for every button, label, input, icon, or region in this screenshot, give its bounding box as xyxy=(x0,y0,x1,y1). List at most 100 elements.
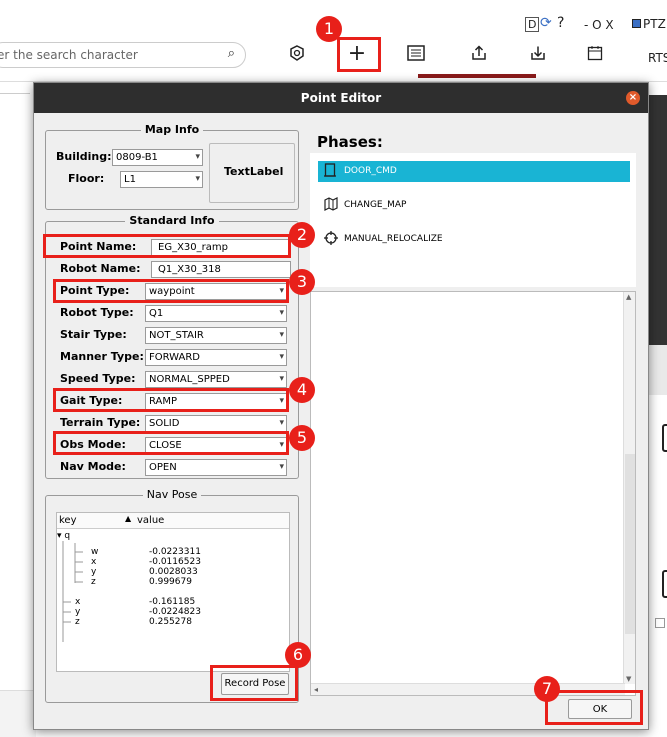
key-column-header[interactable]: key xyxy=(59,515,77,526)
phase-detail-panel[interactable]: ▲ ▼ ◂ xyxy=(310,291,636,696)
search-input[interactable]: er the search character ⌕ xyxy=(0,42,246,68)
window-controls[interactable]: - O X xyxy=(584,18,614,32)
highlight-box xyxy=(53,431,289,455)
highlight-box xyxy=(53,388,289,412)
highlight-box xyxy=(53,279,289,303)
floor-value: L1 xyxy=(124,174,136,185)
vertical-scrollbar[interactable]: ▲ ▼ xyxy=(623,292,635,684)
speed-type-label: Speed Type: xyxy=(60,372,136,385)
tree-row[interactable]: z xyxy=(91,577,96,587)
floor-label: Floor: xyxy=(68,172,105,185)
terrain-type-label: Terrain Type: xyxy=(60,416,141,429)
phase-label: MANUAL_RELOCALIZE xyxy=(344,234,443,244)
list-icon[interactable] xyxy=(401,38,431,68)
robot-type-label: Robot Type: xyxy=(60,306,134,319)
text-label-box: TextLabel xyxy=(209,143,295,203)
tree-value: -0.0224823 xyxy=(149,607,201,617)
standard-info-title: Standard Info xyxy=(46,214,298,227)
nav-pose-title: Nav Pose xyxy=(46,488,298,501)
side-checkbox[interactable] xyxy=(655,618,665,628)
scroll-thumb[interactable] xyxy=(625,454,635,634)
phase-item-door-cmd[interactable]: DOOR_CMD xyxy=(318,161,630,182)
nav-mode-value: OPEN xyxy=(149,462,177,473)
nav-pose-tree[interactable]: key ▲ value ▾ q w -0.0223311 x -0.011652… xyxy=(56,512,290,672)
terrain-type-combo[interactable]: SOLID ▾ xyxy=(145,415,287,432)
map-info-title: Map Info xyxy=(46,123,298,136)
robot-type-value: Q1 xyxy=(149,308,164,319)
tree-key: w xyxy=(91,547,99,557)
calendar-icon[interactable] xyxy=(580,38,610,68)
phase-label: CHANGE_MAP xyxy=(344,200,407,210)
search-placeholder: er the search character xyxy=(0,48,138,62)
ptz-icon[interactable] xyxy=(632,17,641,31)
tree-row[interactable]: z xyxy=(75,617,80,627)
tree-value: -0.0116523 xyxy=(149,557,201,567)
sort-up-icon: ▲ xyxy=(125,514,132,523)
tree-header: key ▲ value xyxy=(57,513,289,529)
phase-label: DOOR_CMD xyxy=(344,166,397,176)
tree-key: z xyxy=(75,617,80,627)
phases-list[interactable]: DOOR_CMD CHANGE_MAP MANUAL_RELOCALIZE xyxy=(310,153,636,287)
phase-item-manual-relocalize[interactable]: MANUAL_RELOCALIZE xyxy=(318,229,630,250)
map-icon xyxy=(324,197,338,216)
annotation-badge: 7 xyxy=(534,676,560,702)
map-info-group: Map Info Building: 0809-B1 ▾ Floor: L1 ▾ T… xyxy=(45,123,299,210)
tree-key: y xyxy=(75,607,81,617)
nav-mode-combo[interactable]: OPEN ▾ xyxy=(145,459,287,476)
chevron-down-icon: ▾ xyxy=(279,462,284,472)
robot-type-combo[interactable]: Q1 ▾ xyxy=(145,305,287,322)
tree-row[interactable]: w xyxy=(91,547,98,557)
chevron-down-icon: ▾ xyxy=(195,152,200,162)
annotation-badge: 2 xyxy=(289,222,315,248)
phase-item-change-map[interactable]: CHANGE_MAP xyxy=(318,195,630,216)
search-icon[interactable]: ⌕ xyxy=(228,46,235,61)
scroll-up-icon[interactable]: ▲ xyxy=(626,293,631,301)
stair-type-value: NOT_STAIR xyxy=(149,330,204,341)
download-icon[interactable] xyxy=(523,38,553,68)
chevron-down-icon: ▾ xyxy=(279,352,284,362)
window-indicator: D xyxy=(525,17,540,32)
nav-mode-label: Nav Mode: xyxy=(60,460,126,473)
annotation-badge: 3 xyxy=(289,269,315,295)
upload-icon[interactable] xyxy=(464,38,494,68)
tree-lines xyxy=(62,541,83,642)
side-button[interactable] xyxy=(662,424,667,452)
side-button[interactable] xyxy=(662,570,667,598)
speed-type-combo[interactable]: NORMAL_SPPED ▾ xyxy=(145,371,287,388)
side-panel xyxy=(648,345,667,395)
stair-type-combo[interactable]: NOT_STAIR ▾ xyxy=(145,327,287,344)
annotation-badge: 5 xyxy=(289,425,315,451)
tree-value: -0.161185 xyxy=(149,597,196,607)
tree-row[interactable]: x xyxy=(75,597,80,607)
floor-combo[interactable]: L1 ▾ xyxy=(120,171,203,188)
scroll-down-icon[interactable]: ▼ xyxy=(626,675,631,683)
tree-row[interactable]: ▾ q xyxy=(57,531,70,541)
at-icon[interactable] xyxy=(282,38,312,68)
door-icon xyxy=(324,163,336,182)
robot-name-field[interactable]: Q1_X30_318 xyxy=(151,261,291,278)
terrain-type-value: SOLID xyxy=(149,418,180,429)
tree-row[interactable]: y xyxy=(75,607,80,617)
annotation-badge: 4 xyxy=(289,377,315,403)
sync-icon[interactable]: ⟳ xyxy=(540,15,552,31)
tree-key: y xyxy=(91,567,97,577)
annotation-badge: 6 xyxy=(285,642,311,668)
value-column-header[interactable]: value xyxy=(137,515,164,526)
chevron-down-icon: ▾ xyxy=(279,374,284,384)
scroll-left-icon[interactable]: ◂ xyxy=(314,685,318,694)
building-combo[interactable]: 0809-B1 ▾ xyxy=(112,149,203,166)
close-button[interactable]: × xyxy=(626,91,640,105)
sidebar-edge xyxy=(0,82,30,94)
tree-row[interactable]: y xyxy=(91,567,96,577)
manner-type-value: FORWARD xyxy=(149,352,200,363)
highlight-box xyxy=(43,234,291,258)
bottom-panel xyxy=(0,690,36,737)
manner-type-combo[interactable]: FORWARD ▾ xyxy=(145,349,287,366)
help-icon[interactable]: ? xyxy=(557,15,564,31)
dialog-titlebar: Point Editor × xyxy=(34,83,648,113)
tree-row[interactable]: x xyxy=(91,557,96,567)
tree-value: 0.0028033 xyxy=(149,567,198,577)
expand-arrow-icon[interactable]: ▾ xyxy=(57,531,62,541)
ptz-label: PTZ xyxy=(643,17,666,31)
chevron-down-icon: ▾ xyxy=(279,418,284,428)
